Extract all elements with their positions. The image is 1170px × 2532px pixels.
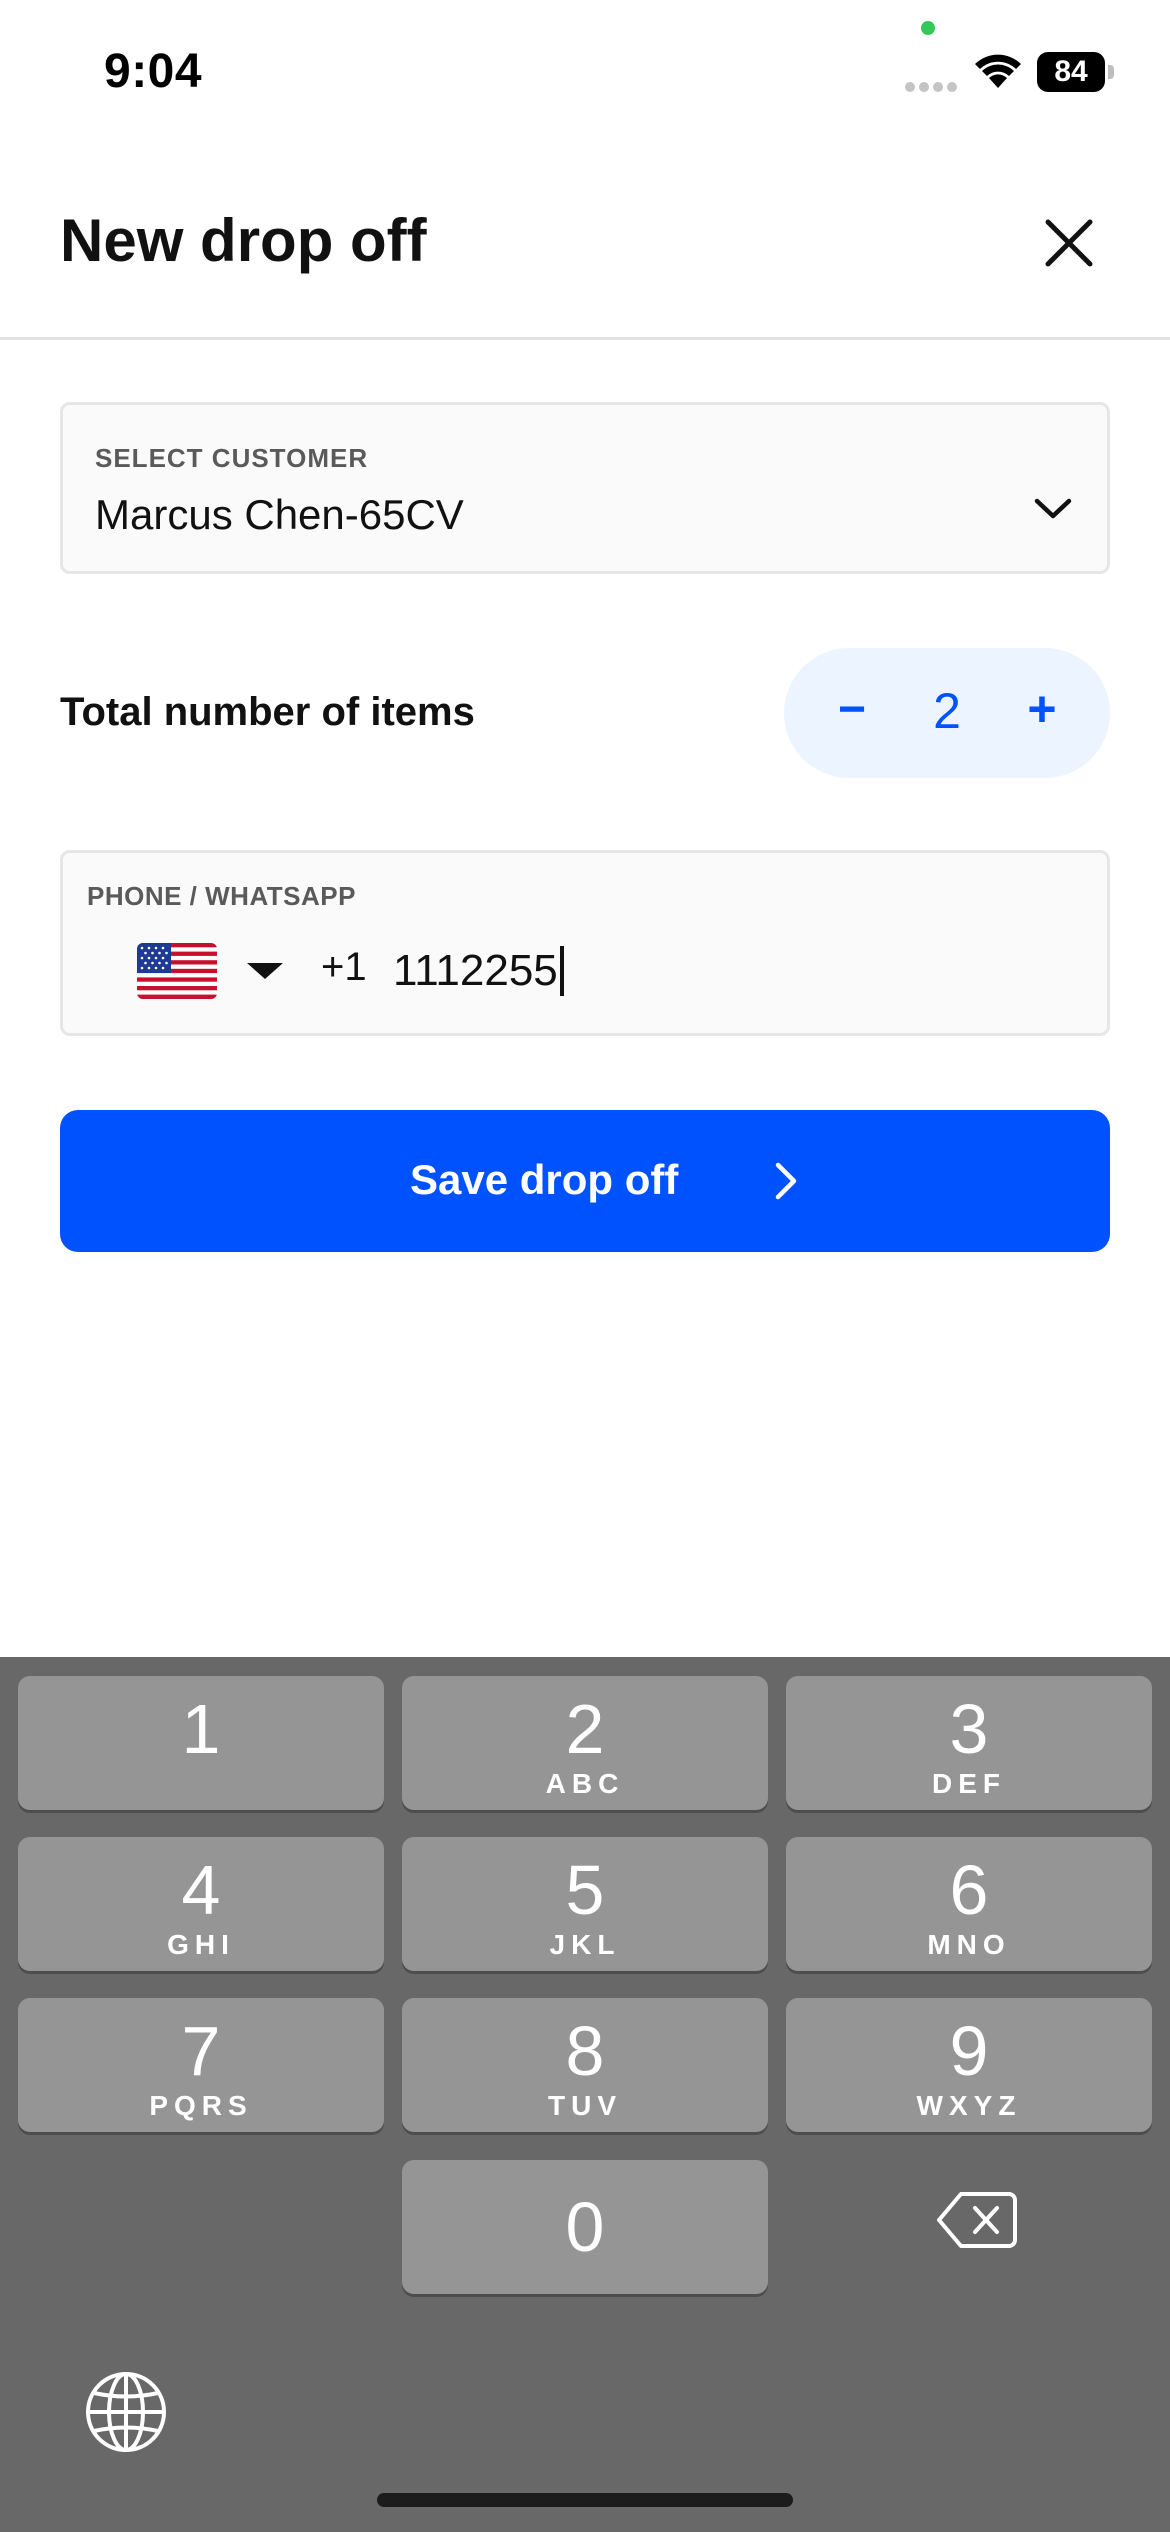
save-drop-off-button[interactable]: Save drop off [60,1110,1110,1252]
phone-field: PHONE / WHATSAPP +1 1112255 [60,850,1110,1036]
key-digit: 8 [565,2012,605,2090]
key-0[interactable]: 0 [402,2160,768,2294]
phone-field-label: PHONE / WHATSAPP [87,881,356,911]
key-digit: 3 [949,1690,989,1768]
key-6[interactable]: 6 MNO [786,1837,1152,1971]
key-digit: 2 [565,1690,605,1768]
key-9[interactable]: 9 WXYZ [786,1998,1152,2132]
key-1[interactable]: 1 [18,1676,384,1810]
battery-level: 84 [1037,52,1105,92]
key-8[interactable]: 8 TUV [402,1998,768,2132]
globe-icon[interactable] [84,2370,168,2454]
key-letters: ABC [545,1768,625,1799]
chevron-down-icon [1034,498,1072,519]
key-letters: PQRS [149,2090,253,2121]
key-letters: TUV [548,2090,622,2121]
page-title: New drop off [60,207,427,274]
customer-select[interactable]: SELECT CUSTOMER Marcus Chen-65CV [60,402,1110,574]
backspace-icon[interactable] [937,2190,1017,2250]
key-digit: 7 [181,2012,221,2090]
wifi-icon [975,54,1021,88]
key-letters: DEF [932,1768,1006,1799]
items-count-label: Total number of items [60,690,475,734]
modal-header: New drop off [0,140,1170,340]
dial-code: +1 [321,945,367,989]
key-digit: 5 [565,1851,605,1929]
key-digit: 0 [565,2188,605,2266]
key-5[interactable]: 5 JKL [402,1837,768,1971]
key-digit: 6 [949,1851,989,1929]
key-digit: 1 [181,1690,221,1768]
cellular-signal-icon [905,82,959,92]
key-letters: WXYZ [916,2090,1022,2121]
decrement-button[interactable]: − [822,680,882,740]
home-indicator [377,2493,793,2507]
key-letters: GHI [167,1929,235,1960]
key-digit: 9 [949,2012,989,2090]
camera-indicator-dot [921,21,935,35]
save-button-label: Save drop off [410,1156,679,1203]
battery-icon: 84 [1037,52,1115,92]
close-icon[interactable] [1036,210,1102,276]
items-count-value: 2 [933,683,961,739]
chevron-right-icon [775,1162,797,1200]
key-letters: MNO [927,1929,1011,1960]
key-7[interactable]: 7 PQRS [18,1998,384,2132]
key-digit: 4 [181,1851,221,1929]
text-cursor [559,946,564,996]
key-letters: JKL [549,1929,621,1960]
phone-input[interactable]: 1112255 [393,941,1043,1001]
increment-button[interactable]: + [1012,680,1072,740]
key-3[interactable]: 3 DEF [786,1676,1152,1810]
status-time: 9:04 [104,45,203,98]
customer-select-value: Marcus Chen-65CV [95,491,464,538]
us-flag-icon[interactable] [137,943,217,999]
key-2[interactable]: 2 ABC [402,1676,768,1810]
quantity-stepper: − 2 + [784,648,1110,778]
key-4[interactable]: 4 GHI [18,1837,384,1971]
phone-input-value: 1112255 [393,946,558,995]
country-dropdown-caret-icon[interactable] [247,963,283,979]
customer-select-label: SELECT CUSTOMER [95,443,369,473]
status-bar: 9:04 84 [0,0,1170,140]
